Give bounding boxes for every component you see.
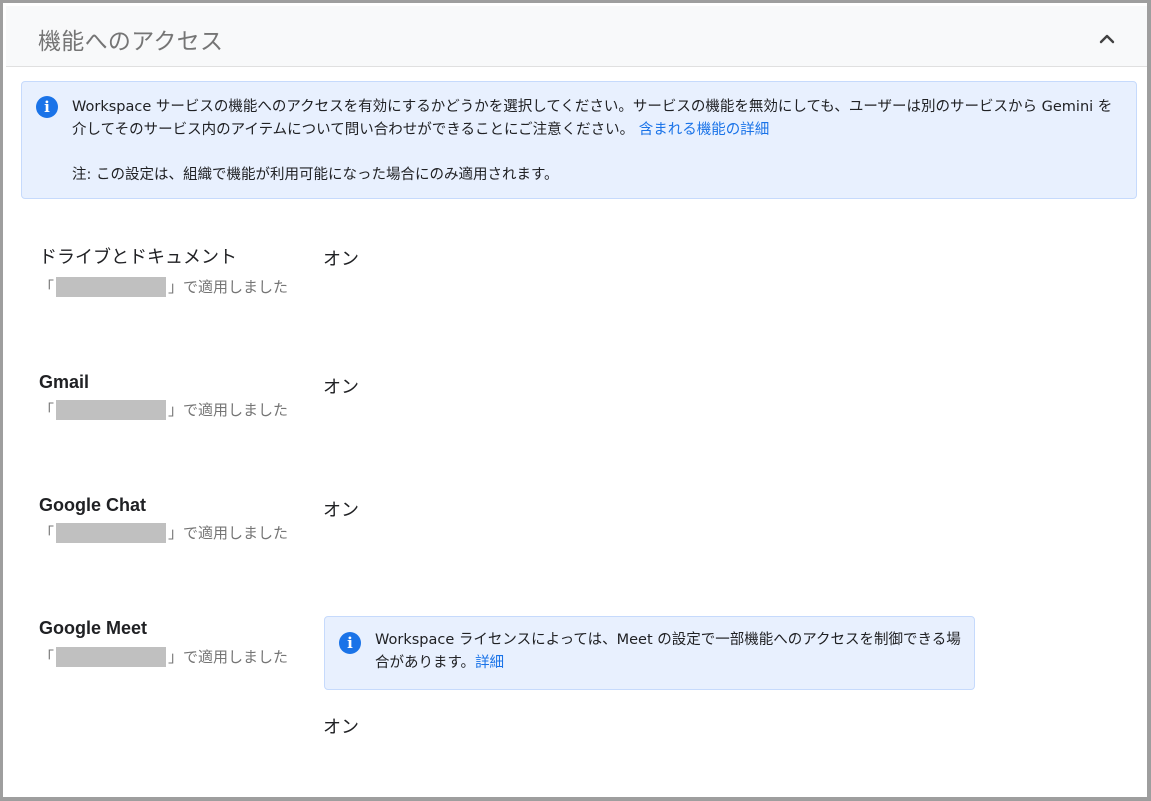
settings-panel: 機能へのアクセス i Workspace サービスの機能へのアクセスを有効にする… (0, 0, 1151, 801)
info-icon: i (339, 632, 361, 654)
service-name-gmail: Gmail (39, 372, 90, 392)
applied-from-drive-docs: 「」で適用しました (39, 276, 289, 297)
status-google-chat[interactable]: オン (323, 496, 359, 522)
redacted-org-unit (56, 522, 167, 543)
info-banner: i Workspace サービスの機能へのアクセスを有効にするかどうかを選択して… (21, 81, 1137, 199)
meet-info-banner: i Workspace ライセンスによっては、Meet の設定で一部機能へのアク… (324, 616, 975, 690)
panel-title: 機能へのアクセス (38, 29, 224, 55)
panel-header[interactable]: 機能へのアクセス (6, 6, 1147, 67)
meet-info-text: Workspace ライセンスによっては、Meet の設定で一部機能へのアクセス… (375, 632, 961, 671)
info-description: Workspace サービスの機能へのアクセスを有効にするかどうかを選択してくだ… (72, 99, 1113, 138)
redacted-org-unit (56, 276, 167, 297)
info-text: Workspace サービスの機能へのアクセスを有効にするかどうかを選択してくだ… (72, 96, 1122, 187)
applied-from-google-chat: 「」で適用しました (39, 522, 289, 543)
meet-details-link[interactable]: 詳細 (475, 655, 504, 671)
service-name-google-meet: Google Meet (39, 618, 148, 638)
redacted-org-unit (56, 399, 167, 420)
applied-from-google-meet: 「」で適用しました (39, 646, 289, 667)
status-google-meet[interactable]: オン (323, 713, 359, 739)
redacted-org-unit (56, 646, 167, 667)
features-details-link[interactable]: 含まれる機能の詳細 (639, 122, 770, 138)
info-icon: i (36, 96, 58, 118)
service-name-drive-docs: ドライブとドキュメント (39, 247, 237, 268)
info-note: 注: この設定は、組織で機能が利用可能になった場合にのみ適用されます。 (72, 167, 559, 183)
status-drive-docs[interactable]: オン (323, 245, 359, 271)
service-name-google-chat: Google Chat (39, 495, 146, 515)
status-gmail[interactable]: オン (323, 373, 359, 399)
chevron-up-icon[interactable] (1094, 26, 1120, 52)
applied-from-gmail: 「」で適用しました (39, 399, 289, 420)
